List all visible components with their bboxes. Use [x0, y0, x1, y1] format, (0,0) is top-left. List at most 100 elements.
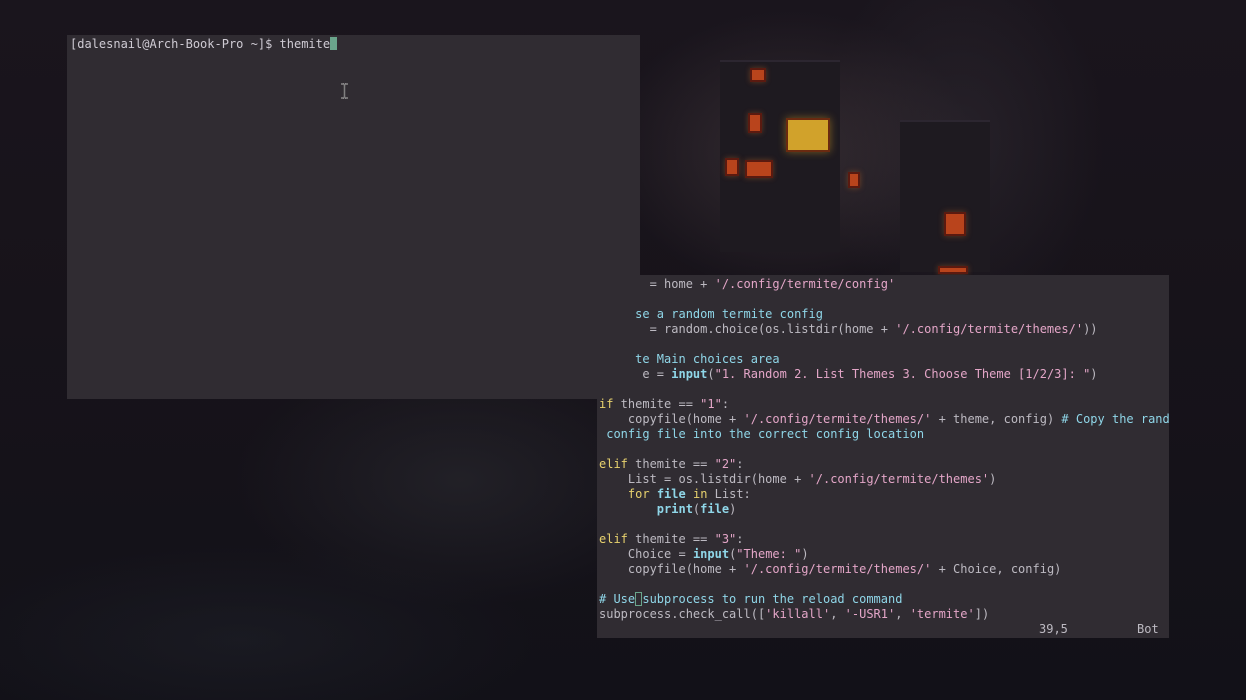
code-token: file	[656, 487, 686, 501]
code-line[interactable]	[599, 337, 1169, 352]
code-line[interactable]: # Use subprocess to run the reload comma…	[599, 592, 1169, 607]
code-token: se a random termite config	[599, 307, 823, 321]
shell-prompt: [dalesnail@Arch-Book-Pro ~]$	[70, 37, 273, 51]
code-token: themite ==	[613, 397, 701, 411]
code-token: in	[692, 487, 708, 501]
vim-cursor-position: 39,5	[1039, 622, 1068, 636]
code-token: :	[736, 457, 744, 471]
code-token: config file into the correct config loca…	[599, 427, 925, 441]
code-token: (	[707, 367, 715, 381]
vim-buffer[interactable]: = home + '/.config/termite/config' se a …	[599, 277, 1169, 622]
code-token: '/.config/termite/themes/'	[743, 562, 932, 576]
code-line[interactable]: copyfile(home + '/.config/termite/themes…	[599, 412, 1169, 427]
code-token: )	[1090, 367, 1098, 381]
code-line[interactable]: print(file)	[599, 502, 1169, 517]
code-line[interactable]: elif themite == "2":	[599, 457, 1169, 472]
code-token: '/.config/termite/config'	[714, 277, 896, 291]
wallpaper-tower	[720, 60, 840, 252]
code-token: subprocess.check_call([	[599, 607, 766, 621]
wallpaper-window	[786, 118, 830, 152]
code-line[interactable]: copyfile(home + '/.config/termite/themes…	[599, 562, 1169, 577]
code-line[interactable]: if themite == "1":	[599, 397, 1169, 412]
code-token: file	[700, 502, 730, 516]
wallpaper-window	[745, 160, 773, 178]
code-token: )	[729, 502, 737, 516]
code-line[interactable]: te Main choices area	[599, 352, 1169, 367]
code-token: if	[599, 397, 614, 411]
vim-statusline: 39,5 Bot	[597, 622, 1169, 637]
vim-scroll-indicator: Bot	[1137, 622, 1159, 636]
code-line[interactable]	[599, 577, 1169, 592]
code-token: ,	[830, 607, 845, 621]
code-token: '/.config/termite/themes/'	[743, 412, 932, 426]
code-line[interactable]	[599, 442, 1169, 457]
code-token: :	[736, 532, 744, 546]
code-token: "1"	[700, 397, 722, 411]
vim-editor-window[interactable]: = home + '/.config/termite/config' se a …	[597, 275, 1169, 638]
code-token: + theme, config)	[931, 412, 1062, 426]
code-token: '-USR1'	[844, 607, 896, 621]
code-token: input	[671, 367, 708, 381]
code-token: = random.choice(os.listdir(home +	[599, 322, 896, 336]
code-token: themite ==	[627, 457, 715, 471]
code-line[interactable]	[599, 517, 1169, 532]
code-token: # Copy the random	[1061, 412, 1169, 426]
code-token: elif	[599, 532, 628, 546]
code-token: themite ==	[627, 532, 715, 546]
code-token: input	[692, 547, 730, 561]
code-token: copyfile(home +	[627, 412, 744, 426]
code-token: elif	[599, 457, 628, 471]
code-token: 'killall'	[765, 607, 831, 621]
code-line[interactable]: subprocess.check_call(['killall', '-USR1…	[599, 607, 1169, 622]
code-line[interactable]	[599, 292, 1169, 307]
code-line[interactable]: config file into the correct config loca…	[599, 427, 1169, 442]
code-token: ))	[1083, 322, 1098, 336]
code-line[interactable]: se a random termite config	[599, 307, 1169, 322]
code-line[interactable]: e = input("1. Random 2. List Themes 3. C…	[599, 367, 1169, 382]
code-token: for	[627, 487, 650, 501]
code-token: + Choice, config)	[931, 562, 1062, 576]
typed-command: themite	[279, 37, 331, 51]
code-token: "1. Random 2. List Themes 3. Choose Them…	[714, 367, 1091, 381]
wallpaper-window	[748, 113, 762, 133]
code-token: "3"	[714, 532, 737, 546]
code-token: "Theme: "	[736, 547, 802, 561]
desktop-wallpaper: [dalesnail@Arch-Book-Pro ~]$ themite = h…	[0, 0, 1246, 700]
code-token: # Use	[599, 592, 636, 606]
code-line[interactable]: List = os.listdir(home + '/.config/termi…	[599, 472, 1169, 487]
terminal-window[interactable]: [dalesnail@Arch-Book-Pro ~]$ themite	[67, 35, 640, 399]
code-token: "2"	[714, 457, 737, 471]
code-line[interactable]	[599, 382, 1169, 397]
code-token: te Main choices area	[599, 352, 780, 366]
code-token: Choice =	[627, 547, 693, 561]
code-token: print	[656, 502, 693, 516]
code-line[interactable]: for file in List:	[599, 487, 1169, 502]
code-token: ,	[895, 607, 910, 621]
code-line[interactable]: = random.choice(os.listdir(home + '/.con…	[599, 322, 1169, 337]
wallpaper-window	[750, 68, 766, 82]
wallpaper-window	[944, 212, 966, 236]
code-token: '/.config/termite/themes'	[808, 472, 990, 486]
wallpaper-window	[938, 266, 968, 274]
code-line[interactable]: = home + '/.config/termite/config'	[599, 277, 1169, 292]
code-token: List = os.listdir(home +	[627, 472, 809, 486]
wallpaper-window	[848, 172, 860, 188]
code-token: copyfile(home +	[627, 562, 744, 576]
terminal-prompt-line[interactable]: [dalesnail@Arch-Book-Pro ~]$ themite	[70, 37, 338, 52]
wallpaper-tower	[900, 120, 990, 272]
code-line[interactable]: elif themite == "3":	[599, 532, 1169, 547]
ibeam-cursor-icon	[341, 83, 348, 99]
code-line[interactable]: Choice = input("Theme: ")	[599, 547, 1169, 562]
code-token: List:	[707, 487, 751, 501]
code-token: '/.config/termite/themes/'	[895, 322, 1084, 336]
code-token: = home +	[599, 277, 715, 291]
code-token: :	[721, 397, 730, 411]
